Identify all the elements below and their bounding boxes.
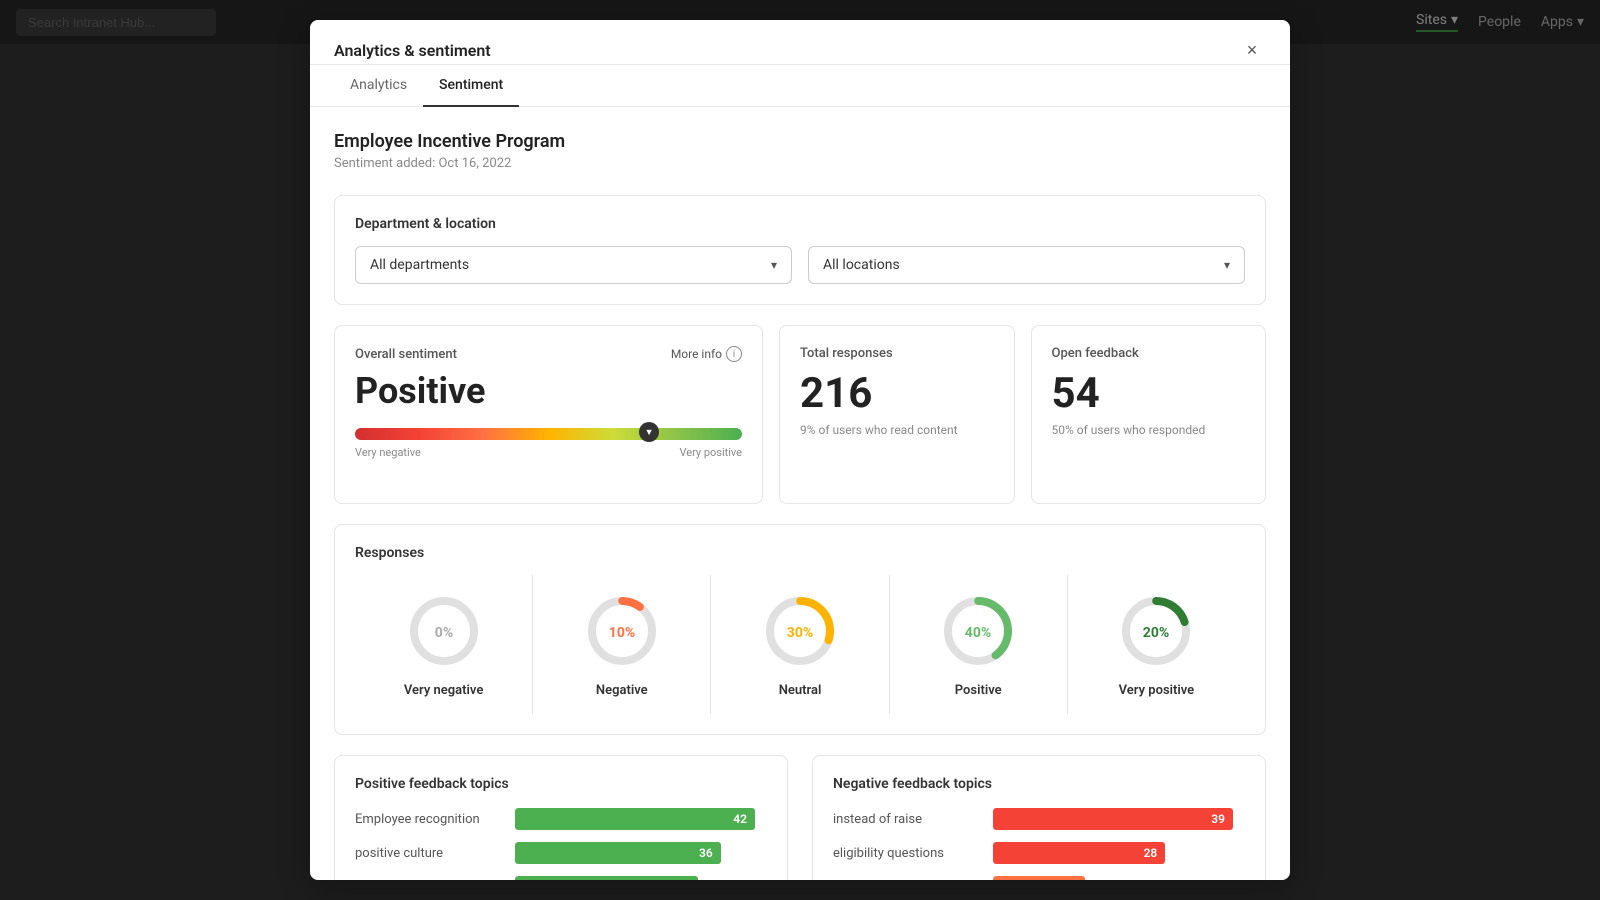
feedback-item-label: eligibility questions [833,846,983,861]
feedback-bar-value: 36 [699,846,713,860]
location-dropdown[interactable]: All locations ▾ [808,246,1245,284]
feedback-bar-value: 39 [1211,812,1225,826]
open-feedback-card: Open feedback 54 50% of users who respon… [1031,325,1267,504]
chevron-down-icon: ▾ [771,258,777,272]
feedback-item: Employee recognition 42 [355,808,767,830]
tab-analytics[interactable]: Analytics [334,65,423,107]
donut-label-very-negative: Very negative [404,683,483,698]
svg-text:30%: 30% [787,625,813,641]
svg-text:0%: 0% [434,625,452,641]
modal-tabs: Analytics Sentiment [310,65,1290,107]
donut-chart-very-negative: 0% [404,591,484,671]
open-feedback-sub: 50% of users who responded [1052,423,1246,437]
feedback-bar: 32 [515,876,698,880]
negative-topics-col: Negative feedback topics instead of rais… [812,755,1266,880]
total-responses-value: 216 [800,373,994,415]
modal-overlay: Analytics & sentiment × Analytics Sentim… [0,0,1600,900]
donut-row: 0% Very negative 10% Negative 30% Neutra… [355,575,1245,714]
open-feedback-label: Open feedback [1052,346,1246,361]
donut-label-positive: Positive [955,683,1002,698]
feedback-item: director level 15 [833,876,1245,880]
donut-label-negative: Negative [596,683,648,698]
chevron-down-icon: ▾ [1224,258,1230,272]
total-responses-card: Total responses 216 9% of users who read… [779,325,1015,504]
donut-label-neutral: Neutral [779,683,822,698]
program-title: Employee Incentive Program [334,131,1266,152]
negative-topics-title: Negative feedback topics [833,776,1245,792]
gradient-bar-labels: Very negative Very positive [355,446,742,459]
positive-topics-title: Positive feedback topics [355,776,767,792]
feedback-item: appreciate program 32 [355,876,767,880]
dept-location-title: Department & location [355,216,1245,232]
feedback-bar: 28 [993,842,1165,864]
positive-topics-col: Positive feedback topics Employee recogn… [334,755,788,880]
feedback-bar: 39 [993,808,1233,830]
feedback-item-label: appreciate program [355,880,505,881]
dropdowns-row: All departments ▾ All locations ▾ [355,246,1245,284]
feedback-item-label: positive culture [355,846,505,861]
feedback-item-label: instead of raise [833,812,983,827]
donut-cell-positive: 40% Positive [890,575,1068,714]
donut-cell-neutral: 30% Neutral [711,575,889,714]
gradient-bar: ▼ [355,428,742,440]
program-subtitle: Sentiment added: Oct 16, 2022 [334,156,1266,171]
feedback-bar: 15 [993,876,1085,880]
svg-text:40%: 40% [965,625,991,641]
feedback-item: instead of raise 39 [833,808,1245,830]
feedback-bar: 36 [515,842,721,864]
total-responses-sub: 9% of users who read content [800,423,994,437]
donut-cell-very-positive: 20% Very positive [1068,575,1245,714]
donut-chart-positive: 40% [938,591,1018,671]
modal-title: Analytics & sentiment [334,41,491,60]
donut-label-very-positive: Very positive [1119,683,1195,698]
info-icon: i [726,346,742,362]
feedback-bar-value: 28 [1144,846,1158,860]
sentiment-value: Positive [355,370,742,412]
close-button[interactable]: × [1238,36,1266,64]
feedback-row: Positive feedback topics Employee recogn… [334,755,1266,880]
responses-title: Responses [355,545,1245,561]
donut-chart-very-positive: 20% [1116,591,1196,671]
donut-chart-negative: 10% [582,591,662,671]
donut-chart-neutral: 30% [760,591,840,671]
feedback-item-label: director level [833,880,983,881]
dept-dropdown[interactable]: All departments ▾ [355,246,792,284]
overall-sentiment-card: Overall sentiment More info i Positive ▼… [334,325,763,504]
feedback-bar-wrap: 32 [515,876,767,880]
sentiment-marker: ▼ [639,422,659,442]
feedback-bar-wrap: 36 [515,842,767,864]
feedback-bar-wrap: 39 [993,808,1245,830]
feedback-bar-wrap: 42 [515,808,767,830]
feedback-bar-wrap: 15 [993,876,1245,880]
svg-text:10%: 10% [609,625,635,641]
negative-bars: instead of raise 39 eligibility question… [833,808,1245,880]
feedback-bar-value: 42 [733,812,747,826]
donut-cell-very-negative: 0% Very negative [355,575,533,714]
analytics-modal: Analytics & sentiment × Analytics Sentim… [310,20,1290,880]
donut-cell-negative: 10% Negative [533,575,711,714]
positive-bars: Employee recognition 42 positive culture… [355,808,767,880]
more-info-button[interactable]: More info i [671,346,742,362]
svg-text:20%: 20% [1143,625,1169,641]
modal-body: Employee Incentive Program Sentiment add… [310,107,1290,880]
feedback-item: eligibility questions 28 [833,842,1245,864]
dept-location-section: Department & location All departments ▾ … [334,195,1266,305]
feedback-bar: 42 [515,808,755,830]
feedback-bar-wrap: 28 [993,842,1245,864]
open-feedback-value: 54 [1052,373,1246,415]
responses-section: Responses 0% Very negative 10% Negative … [334,524,1266,735]
overall-label: Overall sentiment [355,347,457,362]
modal-header: Analytics & sentiment × [310,20,1290,65]
total-responses-label: Total responses [800,346,994,361]
feedback-item: positive culture 36 [355,842,767,864]
feedback-item-label: Employee recognition [355,812,505,827]
overall-header: Overall sentiment More info i [355,346,742,362]
tab-sentiment[interactable]: Sentiment [423,65,519,107]
gradient-bar-container: ▼ Very negative Very positive [355,428,742,459]
